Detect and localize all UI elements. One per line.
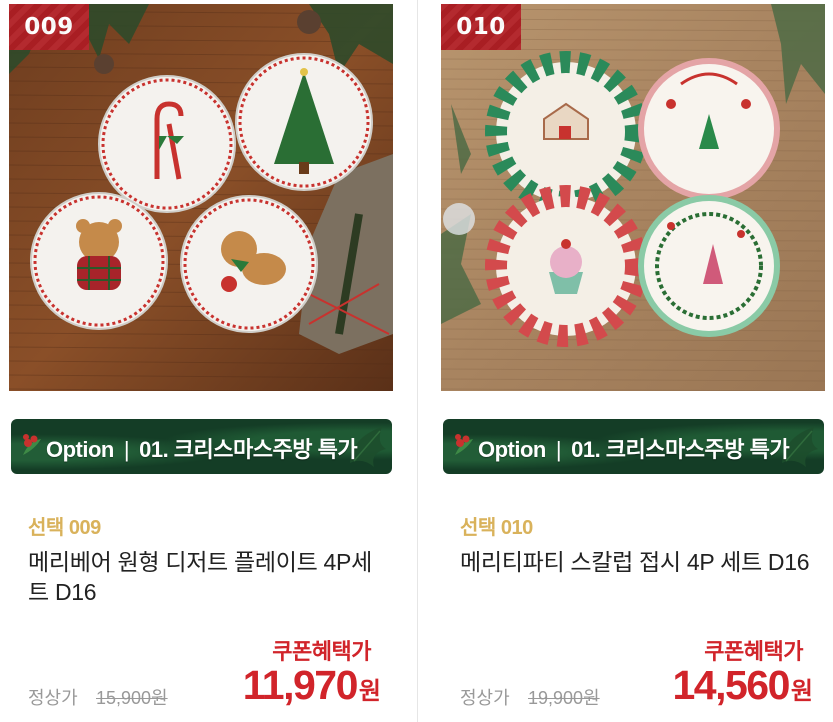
sale-price-currency: 원 xyxy=(358,678,381,705)
select-code: 선택 009 xyxy=(28,517,101,539)
regular-price: 19,900원 xyxy=(528,688,600,708)
option-label: Option xyxy=(478,437,546,462)
sale-price-amount: 11,970 xyxy=(242,662,359,708)
holly-berry-icon xyxy=(455,434,473,455)
option-category: 01. 크리스마스주방 특가 xyxy=(139,437,358,462)
product-number-badge: 009 xyxy=(9,4,89,50)
option-text: Option | 01. 크리스마스주방 특가 xyxy=(478,432,790,464)
product-card-010[interactable]: 010 Option | 01. 크리스마스주방 특가 선택 010 메리티파티 스… xyxy=(441,0,825,722)
product-image-scallop-plates[interactable]: 010 xyxy=(441,4,825,391)
product-image-bear-plates[interactable]: 009 xyxy=(9,4,393,391)
sale-price: 11,970원 xyxy=(243,662,381,709)
regular-price-label: 정상가 xyxy=(460,688,510,708)
option-separator: | xyxy=(123,437,130,462)
product-title[interactable]: 메리베어 원형 디저트 플레이트 4P세트 D16 xyxy=(28,547,378,607)
option-text: Option | 01. 크리스마스주방 특가 xyxy=(46,432,358,464)
regular-price-label: 정상가 xyxy=(28,688,78,708)
option-category: 01. 크리스마스주방 특가 xyxy=(571,437,790,462)
regular-price: 15,900원 xyxy=(96,688,168,708)
sale-price-currency: 원 xyxy=(790,678,813,705)
option-banner[interactable]: Option | 01. 크리스마스주방 특가 xyxy=(443,419,824,474)
product-card-009[interactable]: 009 Option | 01. 크리스마스주방 특가 선택 009 메리베어 원형… xyxy=(9,0,393,722)
option-banner[interactable]: Option | 01. 크리스마스주방 특가 xyxy=(11,419,392,474)
holly-berry-icon xyxy=(23,434,41,455)
card-divider xyxy=(417,0,418,722)
option-label: Option xyxy=(46,437,114,462)
sale-price: 14,560원 xyxy=(673,662,814,709)
sale-price-amount: 14,560 xyxy=(672,662,791,708)
select-code: 선택 010 xyxy=(460,517,533,539)
product-title[interactable]: 메리티파티 스칼럽 접시 4P 세트 D16 xyxy=(460,547,810,577)
product-number-badge: 010 xyxy=(441,4,521,50)
option-separator: | xyxy=(555,437,562,462)
